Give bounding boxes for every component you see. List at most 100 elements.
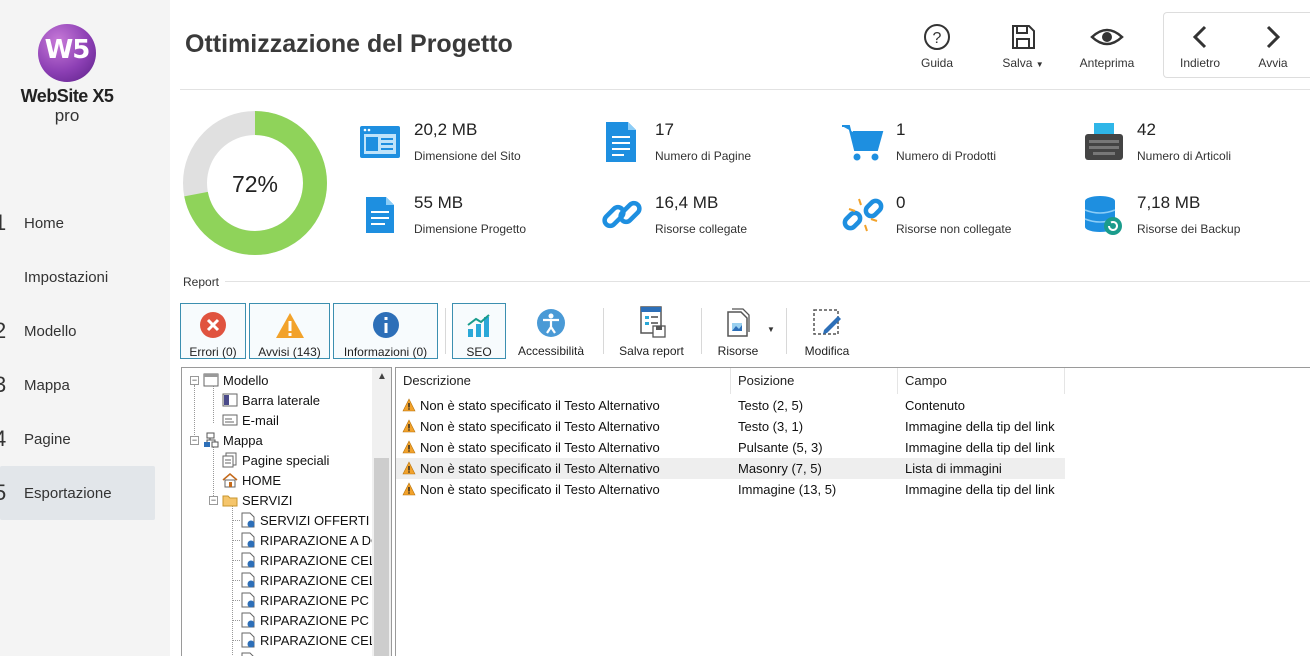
table-row[interactable]: Non è stato specificato il Testo Alterna… (396, 479, 1065, 500)
accessibility-button[interactable]: Accessibilità (512, 303, 590, 359)
scrollbar-thumb[interactable] (374, 458, 389, 656)
scroll-up-icon[interactable]: ▲ (377, 371, 387, 382)
resources-dropdown-arrow-icon[interactable]: ▼ (767, 325, 775, 334)
warnings-filter-button[interactable]: Avvisi (143) (249, 303, 330, 359)
report-list[interactable]: Descrizione Posizione Campo Non è stato … (395, 367, 1310, 656)
start-button[interactable]: Avvia (1238, 20, 1308, 76)
column-header-campo[interactable]: Campo (898, 368, 1065, 394)
sidebar-item-label: Impostazioni (24, 268, 109, 286)
step-number: 4 (0, 426, 7, 451)
tree-node-label: SERVIZI OFFERTI (260, 512, 370, 528)
resources-button[interactable]: Risorse (710, 303, 766, 359)
tree-node-home[interactable]: HOME (222, 470, 281, 490)
collapse-icon[interactable]: − (209, 495, 218, 505)
tree-node-label: SERVIZI (242, 492, 293, 508)
tree-node-label: Pagine speciali (242, 452, 330, 468)
stat-pages: 17 Numero di Pagine (600, 120, 800, 170)
edit-button[interactable]: Modifica (796, 303, 858, 359)
eye-icon (1072, 20, 1142, 54)
collapse-icon[interactable]: − (190, 435, 199, 445)
tree-node-label: RIPARAZIONE PC C (260, 612, 382, 628)
collapse-icon[interactable]: − (190, 375, 199, 385)
sidebar-item-impostazioni[interactable]: Impostazioni (0, 250, 155, 304)
tree-node-servizi[interactable]: − SERVIZI (209, 490, 292, 510)
tree-node-barra-laterale[interactable]: Barra laterale (222, 390, 320, 410)
stat-caption: Numero di Prodotti (896, 149, 997, 163)
step-number: 2 (0, 318, 7, 343)
stat-caption: Numero di Pagine (655, 149, 752, 163)
stat-caption: Numero di Articoli (1137, 149, 1232, 163)
help-label: Guida (920, 56, 954, 70)
help-icon: ? (902, 20, 972, 54)
dropdown-arrow-icon: ▼ (1035, 60, 1044, 69)
sidebar-item-label: Mappa (24, 376, 70, 394)
stat-value: 20,2 MB (414, 120, 478, 139)
table-row[interactable]: Non è stato specificato il Testo Alterna… (396, 395, 1065, 416)
tree-node-modello[interactable]: − Modello (190, 370, 269, 390)
column-header-descrizione[interactable]: Descrizione (396, 368, 731, 394)
tree-node-page[interactable]: RIPARAZIONE CELL (233, 630, 384, 650)
tree-scrollbar[interactable]: ▲ (372, 368, 391, 656)
back-button[interactable]: Indietro (1165, 20, 1235, 76)
resources-icon (710, 306, 766, 338)
tree-node-page[interactable]: RIPARAZIONE PC C (233, 610, 382, 630)
start-label: Avvia (1258, 56, 1288, 70)
tree-node-page[interactable]: RIPARAZIONE CELL (233, 550, 383, 570)
seo-button[interactable]: SEO (452, 303, 506, 359)
stat-backup-resources: 7,18 MB Risorse dei Backup (1082, 193, 1282, 243)
table-row[interactable]: Non è stato specificato il Testo Alterna… (396, 416, 1065, 437)
tree-node-email[interactable]: E-mail (222, 410, 279, 430)
tree-node-label: RIPARAZIONE CELL (260, 572, 384, 588)
save-report-button[interactable]: Salva report (614, 303, 689, 359)
tree-node-page[interactable]: RIPARAZIONE PC C (240, 650, 382, 656)
tree-node-page[interactable]: RIPARAZIONE PC C (233, 590, 382, 610)
tree-node-label: RIPARAZIONE CELL (260, 632, 384, 648)
cell-campo: Immagine della tip del link (905, 482, 1055, 497)
svg-text:?: ? (933, 30, 942, 47)
stat-project-size: 55 MB Dimensione Progetto (359, 193, 559, 243)
cell-descrizione: Non è stato specificato il Testo Alterna… (420, 419, 660, 434)
stat-unlinked-resources: 0 Risorse non collegate (841, 193, 1041, 243)
warning-icon (402, 419, 416, 433)
stat-value: 17 (655, 120, 674, 139)
stat-linked-resources: 16,4 MB Risorse collegate (600, 193, 800, 243)
project-icon (366, 197, 394, 233)
table-row[interactable]: Non è stato specificato il Testo Alterna… (396, 458, 1065, 479)
page-icon (240, 512, 256, 528)
logo-mark: W5 (44, 35, 91, 65)
sidebar-item-home[interactable]: 1 Home (0, 196, 155, 250)
sidebar-item-mappa[interactable]: 3 Mappa (0, 358, 155, 412)
tree-node-mappa[interactable]: − Mappa (190, 430, 263, 450)
tree-node-label: RIPARAZIONE A DO (260, 532, 382, 548)
cell-posizione: Masonry (7, 5) (738, 461, 822, 476)
sidebar-item-modello[interactable]: 2 Modello (0, 304, 155, 358)
errors-label: Errori (0) (189, 345, 237, 359)
tree-node-page[interactable]: SERVIZI OFFERTI (233, 510, 370, 530)
table-row[interactable]: Non è stato specificato il Testo Alterna… (396, 437, 1065, 458)
sidebar-item-pagine[interactable]: 4 Pagine (0, 412, 155, 466)
info-filter-button[interactable]: Informazioni (0) (333, 303, 438, 359)
cell-descrizione: Non è stato specificato il Testo Alterna… (420, 398, 660, 413)
app-name: WebSite X5 (20, 86, 114, 106)
column-header-posizione[interactable]: Posizione (731, 368, 898, 394)
tree-connector (233, 580, 240, 581)
tree-node-label: Barra laterale (242, 392, 321, 408)
tree-node-page[interactable]: RIPARAZIONE A DO (233, 530, 382, 550)
tree-connector (233, 540, 240, 541)
project-tree[interactable]: − Modello Barra laterale E-mail − Mappa … (181, 367, 392, 656)
errors-filter-button[interactable]: Errori (0) (180, 303, 246, 359)
edit-label: Modifica (804, 344, 850, 358)
optimization-percent: 72% (231, 171, 279, 197)
help-button[interactable]: ? Guida (902, 20, 972, 76)
sidebar-item-esportazione[interactable]: 5 Esportazione (0, 466, 155, 520)
tree-node-pagine-speciali[interactable]: Pagine speciali (222, 450, 329, 470)
cell-descrizione: Non è stato specificato il Testo Alterna… (420, 482, 660, 497)
save-button[interactable]: Salva ▼ (988, 20, 1058, 76)
warning-icon (250, 307, 329, 339)
tree-node-page[interactable]: RIPARAZIONE CELL (233, 570, 384, 590)
save-label: Salva ▼ (988, 56, 1058, 70)
stat-value: 0 (896, 193, 906, 212)
edit-icon (796, 306, 858, 338)
cell-descrizione: Non è stato specificato il Testo Alterna… (420, 440, 660, 455)
preview-button[interactable]: Anteprima (1072, 20, 1142, 76)
